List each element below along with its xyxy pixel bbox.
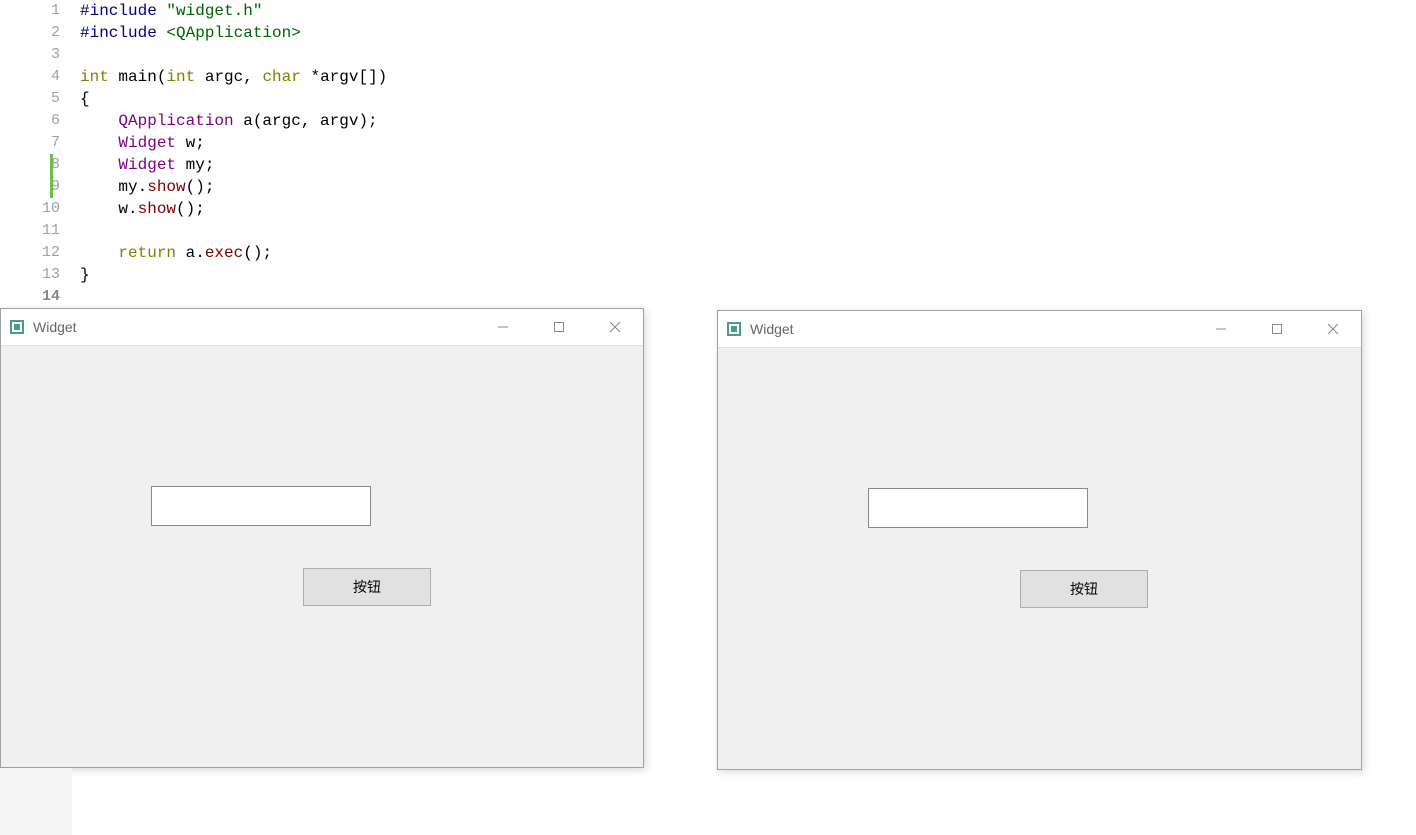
maximize-button[interactable]	[531, 309, 587, 345]
code-line	[80, 220, 1416, 242]
app-icon	[9, 319, 25, 335]
line-edit[interactable]	[151, 486, 371, 526]
widget-window-2[interactable]: Widget 按钮	[717, 310, 1362, 770]
line-number: 2	[0, 22, 60, 44]
widget-window-1[interactable]: Widget 按钮	[0, 308, 644, 768]
minimize-button[interactable]	[475, 309, 531, 345]
code-line: return a.exec();	[80, 242, 1416, 264]
line-number: 3	[0, 44, 60, 66]
close-button[interactable]	[587, 309, 643, 345]
window-title: Widget	[33, 319, 77, 335]
code-line: my.show();	[80, 176, 1416, 198]
code-line	[80, 286, 1416, 308]
window-title: Widget	[750, 321, 794, 337]
titlebar[interactable]: Widget	[718, 311, 1361, 348]
line-number-current: 14	[0, 286, 60, 308]
code-line	[80, 44, 1416, 66]
code-line: Widget w;	[80, 132, 1416, 154]
line-number: 13	[0, 264, 60, 286]
code-line: }	[80, 264, 1416, 286]
push-button[interactable]: 按钮	[303, 568, 431, 606]
code-line: Widget my;	[80, 154, 1416, 176]
line-number: 5	[0, 88, 60, 110]
code-line: int main(int argc, char *argv[])	[80, 66, 1416, 88]
line-number: 7	[0, 132, 60, 154]
line-number-gutter: 1 2 3 4 5 6 7 8 9 10 11 12 13 14	[0, 0, 72, 310]
code-content[interactable]: #include "widget.h" #include <QApplicati…	[72, 0, 1416, 310]
line-number: 1	[0, 0, 60, 22]
gutter-continuation	[0, 768, 72, 835]
line-number: 10	[0, 198, 60, 220]
titlebar[interactable]: Widget	[1, 309, 643, 346]
push-button[interactable]: 按钮	[1020, 570, 1148, 608]
code-line: {	[80, 88, 1416, 110]
app-icon	[726, 321, 742, 337]
widget-client-area: 按钮	[718, 348, 1361, 769]
change-indicator	[50, 154, 53, 198]
line-number: 12	[0, 242, 60, 264]
code-editor[interactable]: 1 2 3 4 5 6 7 8 9 10 11 12 13 14 #includ…	[0, 0, 1416, 310]
line-edit[interactable]	[868, 488, 1088, 528]
widget-client-area: 按钮	[1, 346, 643, 767]
code-line: #include "widget.h"	[80, 0, 1416, 22]
minimize-button[interactable]	[1193, 311, 1249, 347]
close-button[interactable]	[1305, 311, 1361, 347]
code-line: #include <QApplication>	[80, 22, 1416, 44]
line-number: 4	[0, 66, 60, 88]
maximize-button[interactable]	[1249, 311, 1305, 347]
line-number: 6	[0, 110, 60, 132]
line-number: 11	[0, 220, 60, 242]
code-line: QApplication a(argc, argv);	[80, 110, 1416, 132]
code-line: w.show();	[80, 198, 1416, 220]
